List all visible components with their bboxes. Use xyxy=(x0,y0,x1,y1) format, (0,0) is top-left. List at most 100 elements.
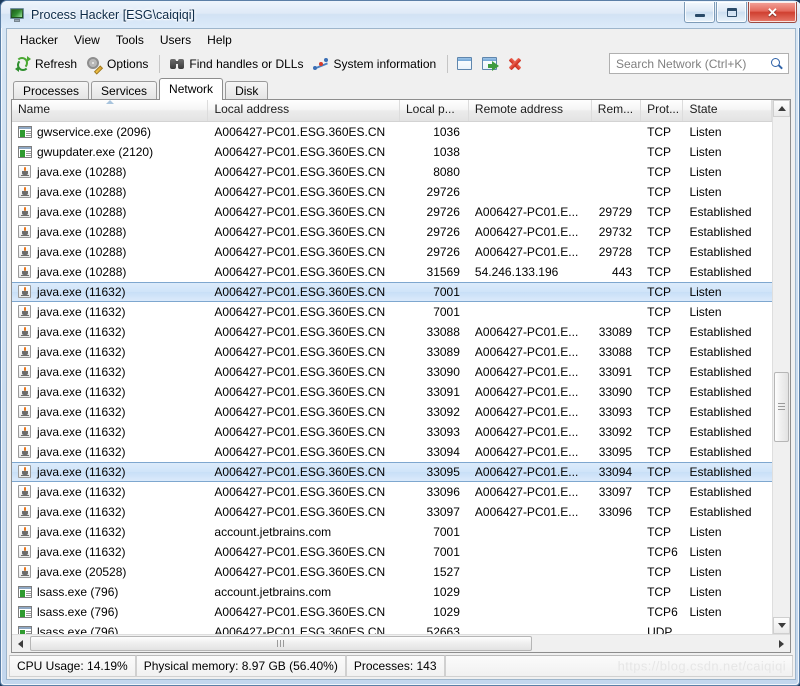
table-row[interactable]: java.exe (11632) A006427-PC01.ESG.360ES.C… xyxy=(12,542,772,562)
cell-local-port: 1036 xyxy=(433,125,460,139)
scroll-up-button[interactable] xyxy=(773,100,790,117)
cell-local-port: 33095 xyxy=(426,465,460,479)
toolbar: Refresh Options Find handles or DLLs Sys xyxy=(7,50,795,77)
search-input[interactable]: Search Network (Ctrl+K) xyxy=(616,57,770,71)
scroll-left-button[interactable] xyxy=(12,635,29,652)
table-row[interactable]: gwservice.exe (2096) A006427-PC01.ESG.360… xyxy=(12,122,772,142)
status-filler: https://blog.csdn.net/caiqiqi xyxy=(444,655,793,677)
cell-remote-port: 29728 xyxy=(598,245,633,259)
cell-state: Established xyxy=(689,325,752,339)
table-row[interactable]: java.exe (11632) A006427-PC01.ESG.360ES.C… xyxy=(12,362,772,382)
find-handles-button[interactable]: Find handles or DLLs xyxy=(165,54,309,74)
cell-state: Established xyxy=(689,405,752,419)
cell-local-address: A006427-PC01.ESG.360ES.CN xyxy=(214,605,386,619)
table-row[interactable]: java.exe (10288) A006427-PC01.ESG.360ES.C… xyxy=(12,202,772,222)
close-connection-button[interactable] xyxy=(503,54,529,74)
cell-protocol: TCP xyxy=(647,205,672,219)
maximize-button[interactable] xyxy=(716,2,747,23)
window-properties-button[interactable] xyxy=(453,55,478,72)
column-header-local-p[interactable]: Local p... xyxy=(400,100,469,121)
cell-remote-port: 33097 xyxy=(598,485,633,499)
java-icon xyxy=(18,185,32,199)
menu-item-users[interactable]: Users xyxy=(152,31,199,49)
process-name-label: java.exe (11632) xyxy=(37,545,126,559)
table-row[interactable]: java.exe (10288) A006427-PC01.ESG.360ES.C… xyxy=(12,162,772,182)
horizontal-scroll-thumb[interactable] xyxy=(30,636,532,651)
options-button[interactable]: Options xyxy=(83,54,154,75)
table-row[interactable]: java.exe (10288) A006427-PC01.ESG.360ES.C… xyxy=(12,262,772,282)
menu-item-tools[interactable]: Tools xyxy=(108,31,152,49)
table-row[interactable]: java.exe (11632) A006427-PC01.ESG.360ES.C… xyxy=(12,402,772,422)
menu-item-view[interactable]: View xyxy=(66,31,108,49)
java-icon xyxy=(18,165,32,179)
cell-local-address: A006427-PC01.ESG.360ES.CN xyxy=(214,485,386,499)
table-row[interactable]: java.exe (11632) A006427-PC01.ESG.360ES.C… xyxy=(12,422,772,442)
process-name-label: java.exe (11632) xyxy=(37,465,126,479)
app-window-icon xyxy=(18,125,32,139)
table-row[interactable]: java.exe (11632) A006427-PC01.ESG.360ES.C… xyxy=(12,462,772,482)
scroll-right-button[interactable] xyxy=(773,635,790,652)
search-box[interactable]: Search Network (Ctrl+K) xyxy=(609,53,789,74)
tab-disk[interactable]: Disk xyxy=(225,81,269,99)
cell-protocol: TCP xyxy=(647,265,672,279)
menu-item-hacker[interactable]: Hacker xyxy=(12,31,66,49)
go-to-process-button[interactable] xyxy=(478,55,503,72)
column-header-remote-address[interactable]: Remote address xyxy=(469,100,592,121)
table-row[interactable]: java.exe (11632) A006427-PC01.ESG.360ES.C… xyxy=(12,482,772,502)
table-row[interactable]: java.exe (10288) A006427-PC01.ESG.360ES.C… xyxy=(12,182,772,202)
tab-services[interactable]: Services xyxy=(91,81,158,99)
cell-protocol: TCP xyxy=(647,345,672,359)
table-row[interactable]: java.exe (10288) A006427-PC01.ESG.360ES.C… xyxy=(12,222,772,242)
column-header-row[interactable]: Name Local address Local p... Remote addres… xyxy=(12,100,772,122)
table-row[interactable]: java.exe (11632) A006427-PC01.ESG.360ES.C… xyxy=(12,322,772,342)
scroll-down-button[interactable] xyxy=(773,617,790,634)
tab-processes[interactable]: Processes xyxy=(13,81,90,99)
minimize-button[interactable] xyxy=(684,2,715,23)
table-row[interactable]: gwupdater.exe (2120) A006427-PC01.ESG.360… xyxy=(12,142,772,162)
tab-network[interactable]: Network xyxy=(159,78,224,100)
table-row[interactable]: java.exe (11632) A006427-PC01.ESG.360ES.C… xyxy=(12,342,772,362)
status-bar: CPU Usage: 14.19% Physical memory: 8.97 … xyxy=(9,655,793,677)
cell-state: Listen xyxy=(689,165,722,179)
java-icon xyxy=(18,565,32,579)
column-header-state[interactable]: State xyxy=(683,100,772,121)
table-row[interactable]: java.exe (11632) A006427-PC01.ESG.360ES.C… xyxy=(12,502,772,522)
process-name-label: java.exe (11632) xyxy=(37,325,126,339)
column-header-rem[interactable]: Rem... xyxy=(592,100,642,121)
menu-item-help[interactable]: Help xyxy=(199,31,240,49)
search-icon[interactable] xyxy=(770,57,784,71)
table-row[interactable]: java.exe (10288) A006427-PC01.ESG.360ES.C… xyxy=(12,242,772,262)
cell-remote-address: A006427-PC01.E... xyxy=(474,425,579,439)
table-row[interactable]: java.exe (20528) A006427-PC01.ESG.360ES.C… xyxy=(12,562,772,582)
system-information-button[interactable]: System information xyxy=(309,54,442,74)
vertical-scroll-thumb[interactable] xyxy=(774,372,789,442)
table-row[interactable]: java.exe (11632) A006427-PC01.ESG.360ES.C… xyxy=(12,442,772,462)
process-name-label: java.exe (11632) xyxy=(37,345,126,359)
maximize-icon xyxy=(726,7,737,17)
cell-state: Listen xyxy=(689,585,722,599)
table-row[interactable]: lsass.exe (796) A006427-PC01.ESG.360ES.CN… xyxy=(12,602,772,622)
column-header-local-address[interactable]: Local address xyxy=(208,100,400,121)
cell-local-address: A006427-PC01.ESG.360ES.CN xyxy=(214,245,386,259)
vertical-scrollbar[interactable] xyxy=(772,100,790,634)
table-row[interactable]: java.exe (11632) A006427-PC01.ESG.360ES.C… xyxy=(12,382,772,402)
table-row[interactable]: lsass.exe (796) account.jetbrains.com 1029… xyxy=(12,582,772,602)
status-processes: Processes: 143 xyxy=(345,655,445,677)
cell-remote-address: A006427-PC01.E... xyxy=(474,325,579,339)
cell-protocol: UDP xyxy=(647,625,673,634)
table-row[interactable]: java.exe (11632) A006427-PC01.ESG.360ES.C… xyxy=(12,282,772,302)
cell-name: java.exe (11632) xyxy=(12,485,208,499)
process-name-label: java.exe (10288) xyxy=(37,225,127,239)
cell-protocol: TCP xyxy=(647,125,672,139)
column-header-name[interactable]: Name xyxy=(12,100,209,121)
cell-state: Listen xyxy=(689,525,722,539)
table-row[interactable]: java.exe (11632) A006427-PC01.ESG.360ES.C… xyxy=(12,302,772,322)
column-header-prot[interactable]: Prot... xyxy=(641,100,684,121)
table-row[interactable]: java.exe (11632) account.jetbrains.com 700… xyxy=(12,522,772,542)
table-row[interactable]: lsass.exe (796) A006427-PC01.ESG.360ES.CN… xyxy=(12,622,772,634)
horizontal-scrollbar[interactable] xyxy=(12,634,790,652)
refresh-button[interactable]: Refresh xyxy=(11,54,83,74)
close-button[interactable]: ✕ xyxy=(748,2,797,23)
java-icon xyxy=(18,365,32,379)
title-bar[interactable]: Process Hacker [ESG\caiqiqi] ✕ xyxy=(1,1,800,28)
